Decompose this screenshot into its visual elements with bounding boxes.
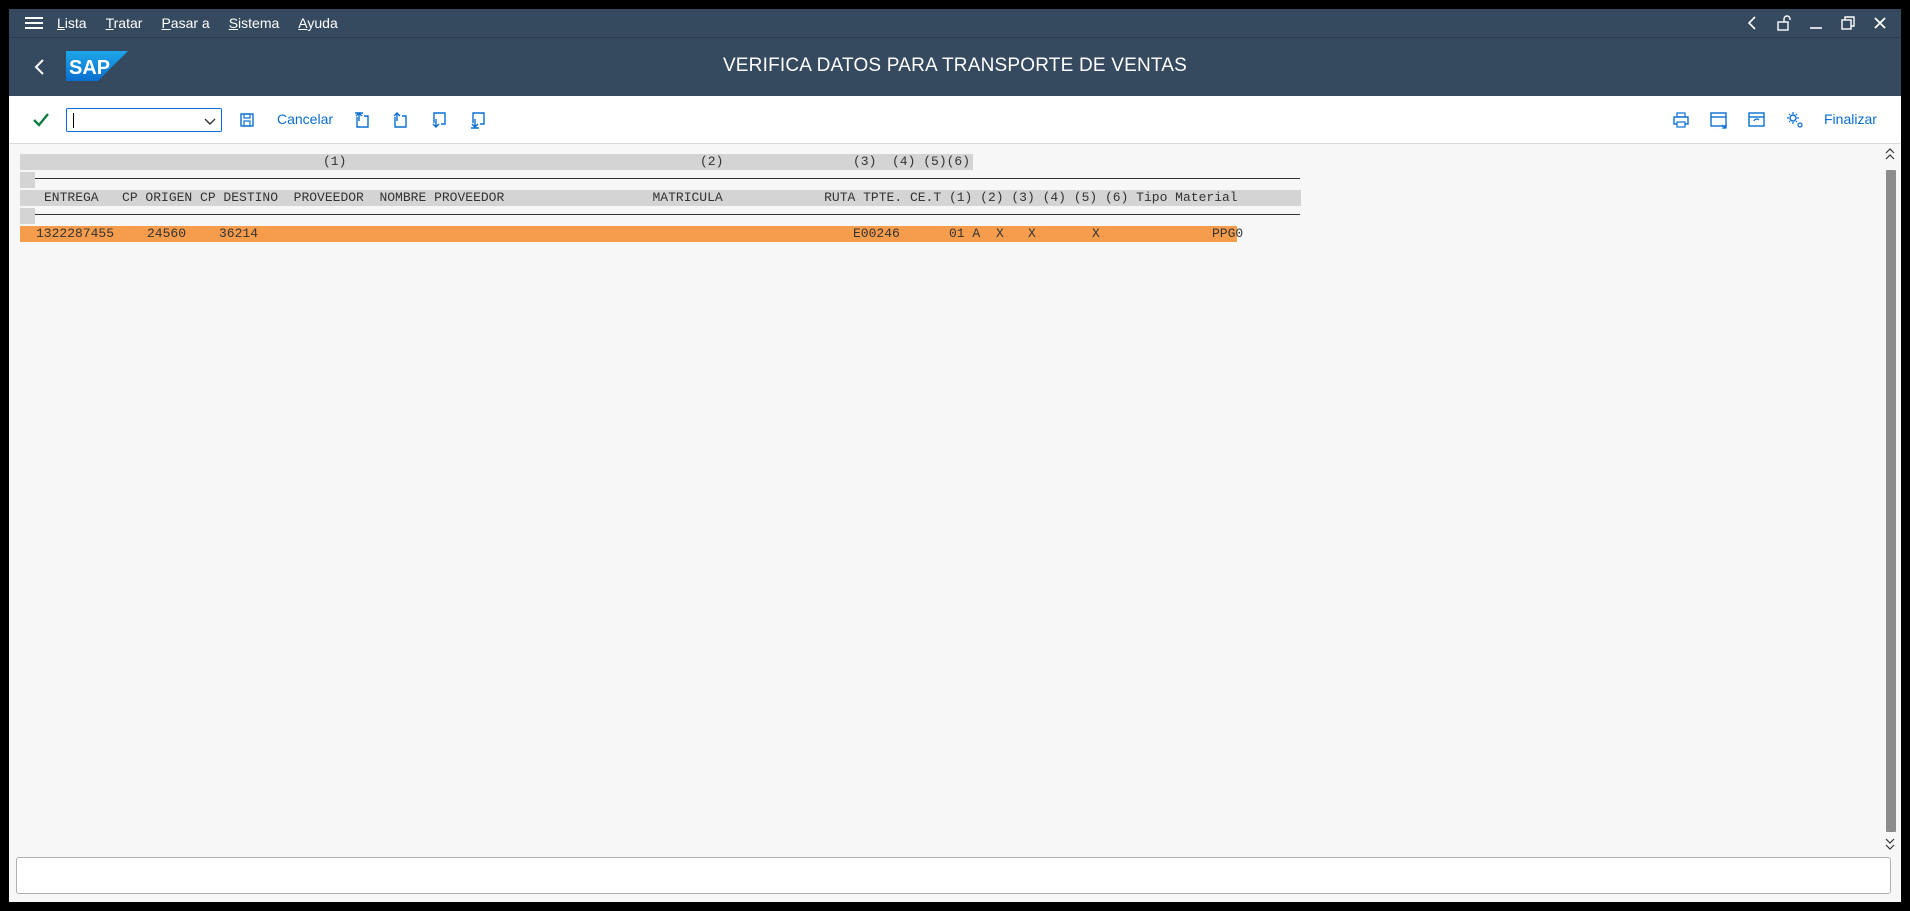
close-icon[interactable] [1871,14,1889,32]
unlock-icon[interactable] [1775,14,1793,32]
legend-row: (1) (2) (3) (4) (5)(6) [20,154,973,170]
scroll-up-icon[interactable] [1883,146,1897,160]
cell-cp-origen: 24560 [147,226,187,241]
cancel-button[interactable]: Cancelar [277,111,333,127]
row-marker [20,172,35,188]
finish-button[interactable]: Finalizar [1824,111,1877,127]
separator-line [35,178,1300,179]
enter-check-icon[interactable] [31,110,51,130]
chevron-down-icon[interactable] [203,114,217,128]
cell-ruta: E00246 [853,226,900,241]
title-bar: SAP VERIFICA DATOS PARA TRANSPORTE DE VE… [9,37,1901,96]
table-row[interactable]: 1322287455 24560 36214 E00246 01 A X X X… [20,226,1243,242]
column-headers: ENTREGA CP ORIGEN CP DESTINO PROVEEDOR N… [44,190,1238,205]
next-page-icon[interactable] [428,109,450,131]
cell-cp-destino: 36214 [219,226,259,241]
new-window-icon[interactable] [1708,109,1730,131]
window-controls [1743,9,1889,37]
menu-bar: Lista Tratar Pasar a Sistema Ayuda [9,9,1901,37]
menu-lista[interactable]: Lista [57,15,87,31]
collapse-left-icon[interactable] [1743,14,1761,32]
menu-pasar-a[interactable]: Pasar a [161,15,209,31]
cell-flag-2: X [1028,226,1036,241]
window-refresh-icon[interactable] [1746,109,1768,131]
legend-col-2: (2) [700,154,724,169]
hamburger-menu-icon[interactable] [25,17,43,29]
text-caret [73,113,74,128]
menu-ayuda[interactable]: Ayuda [298,15,337,31]
menu-tratar[interactable]: Tratar [106,15,143,31]
column-header-row: ENTREGA CP ORIGEN CP DESTINO PROVEEDOR N… [20,190,1301,206]
print-icon[interactable] [1670,109,1692,131]
legend-col-1: (1) [323,154,347,169]
separator-line [35,214,1300,215]
first-page-icon[interactable] [351,109,373,131]
row-marker [20,208,35,224]
cell-flag-1: X [996,226,1004,241]
menu-sistema[interactable]: Sistema [229,15,280,31]
cell-entrega: 1322287455 [36,226,115,241]
application-toolbar: Cancelar Finalizar [9,96,1901,144]
settings-icon[interactable] [1784,109,1806,131]
scroll-down-icon[interactable] [1883,836,1897,850]
scrollbar-thumb[interactable] [1886,170,1896,832]
status-bar [16,857,1891,894]
minimize-icon[interactable] [1807,14,1825,32]
command-field[interactable] [66,108,222,132]
report-list: (1) (2) (3) (4) (5)(6) ENTREGA CP ORIGEN… [9,144,1877,857]
cell-flag-4: X [1092,226,1100,241]
save-icon[interactable] [236,109,258,131]
last-page-icon[interactable] [467,109,489,131]
legend-col-3-6: (3) (4) (5)(6) [853,154,971,169]
cell-tipo-material: PPG0 [1212,226,1244,241]
sap-window: Lista Tratar Pasar a Sistema Ayuda SAP V… [9,9,1901,902]
previous-page-icon[interactable] [389,109,411,131]
vertical-scrollbar[interactable] [1883,144,1897,857]
cell-ce-t: 01 A [949,226,981,241]
restore-icon[interactable] [1839,14,1857,32]
page-title: VERIFICA DATOS PARA TRANSPORTE DE VENTAS [722,55,1188,76]
